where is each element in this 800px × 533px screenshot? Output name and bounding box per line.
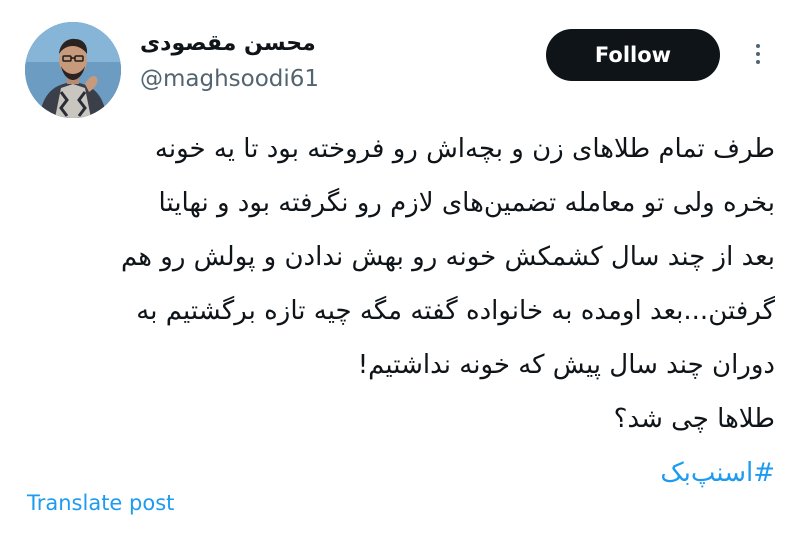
more-dot — [756, 52, 760, 56]
author-avatar[interactable] — [25, 22, 121, 118]
post-text-line: گرفتن...بعد اومده به خانواده گفته مگه چی… — [136, 296, 775, 326]
more-dot — [756, 44, 760, 48]
author-handle[interactable]: @maghsoodi61 — [140, 64, 390, 94]
post-text-line: دوران چند سال پیش که خونه نداشتیم! — [357, 350, 775, 380]
author-display-name[interactable]: محسن مقصودی — [140, 30, 390, 58]
post-text-line: بعد از چند سال کشمکش خونه رو بهش ندادن و… — [120, 242, 775, 272]
post-text-line: طلاها چی شد؟ — [613, 404, 775, 434]
post-text-line: طرف تمام طلاهای زن و بچه‌اش رو فروخته بو… — [154, 134, 775, 164]
more-dot — [756, 60, 760, 64]
translate-post-link[interactable]: Translate post — [27, 488, 174, 518]
more-options-icon[interactable] — [744, 34, 772, 74]
avatar-image — [25, 22, 121, 118]
post-text-line: بخره ولی تو معامله تضمین‌های لازم رو نگر… — [158, 188, 775, 218]
post-card: محسن مقصودی @maghsoodi61 Follow طرف تمام… — [0, 0, 800, 533]
author-info: محسن مقصودی @maghsoodi61 — [140, 30, 390, 94]
post-text: طرف تمام طلاهای زن و بچه‌اش رو فروخته بو… — [40, 122, 775, 500]
follow-button[interactable]: Follow — [546, 29, 720, 81]
